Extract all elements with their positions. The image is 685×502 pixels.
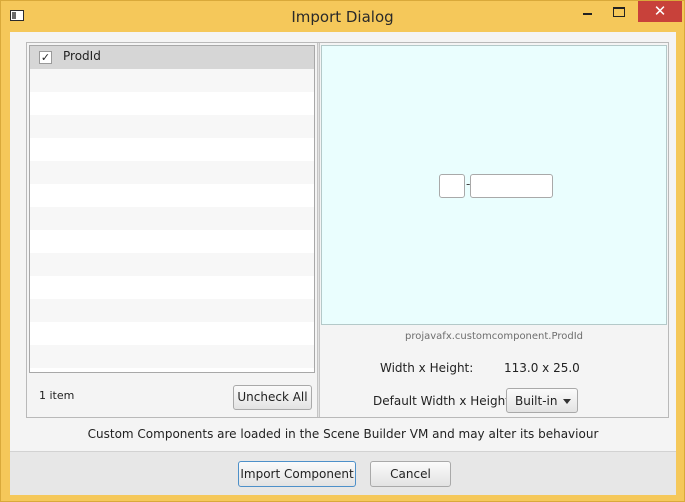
component-preview: - bbox=[321, 45, 667, 325]
component-checkbox[interactable]: ✓ bbox=[39, 51, 52, 64]
chevron-down-icon bbox=[563, 399, 571, 404]
list-item bbox=[30, 115, 314, 138]
dropdown-selected-value: Built-in bbox=[515, 394, 558, 408]
list-item-prodid[interactable]: ✓ ProdId bbox=[30, 46, 314, 69]
minimize-icon[interactable] bbox=[574, 1, 601, 22]
uncheck-all-button[interactable]: Uncheck All bbox=[233, 385, 312, 410]
list-item bbox=[30, 230, 314, 253]
list-item bbox=[30, 92, 314, 115]
list-item bbox=[30, 276, 314, 299]
item-count: 1 item bbox=[39, 389, 75, 402]
default-size-dropdown[interactable]: Built-in bbox=[506, 388, 578, 413]
import-component-button[interactable]: Import Component bbox=[238, 461, 356, 487]
default-width-height-label: Default Width x Height: bbox=[373, 394, 514, 408]
vm-warning-notice: Custom Components are loaded in the Scen… bbox=[87, 427, 599, 441]
component-label: ProdId bbox=[63, 49, 101, 63]
list-item bbox=[30, 138, 314, 161]
list-item bbox=[30, 299, 314, 322]
split-pane: ✓ ProdId 1 item Uncheck All - projavafx.… bbox=[26, 42, 669, 418]
list-item bbox=[30, 253, 314, 276]
cancel-button[interactable]: Cancel bbox=[370, 461, 451, 487]
title-bar[interactable]: Import Dialog ✕ bbox=[1, 1, 684, 32]
component-class-name: projavafx.customcomponent.ProdId bbox=[404, 331, 583, 342]
list-footer: 1 item Uncheck All bbox=[29, 377, 315, 415]
list-item bbox=[30, 184, 314, 207]
list-item bbox=[30, 322, 314, 345]
list-item bbox=[30, 368, 314, 372]
dialog-client-area: ✓ ProdId 1 item Uncheck All - projavafx.… bbox=[10, 32, 676, 495]
close-icon[interactable]: ✕ bbox=[638, 1, 682, 22]
dialog-content: ✓ ProdId 1 item Uncheck All - projavafx.… bbox=[10, 32, 676, 451]
list-item bbox=[30, 207, 314, 230]
preview-prefix-field bbox=[439, 174, 465, 198]
preview-number-field bbox=[470, 174, 553, 198]
split-divider[interactable] bbox=[317, 43, 320, 417]
button-bar: Import Component Cancel bbox=[10, 451, 676, 495]
import-dialog-window: Import Dialog ✕ ✓ ProdId 1 item Uncheck … bbox=[0, 0, 685, 502]
list-item bbox=[30, 345, 314, 368]
width-height-label: Width x Height: bbox=[380, 361, 474, 375]
component-list[interactable]: ✓ ProdId bbox=[29, 45, 315, 373]
maximize-icon[interactable] bbox=[605, 1, 632, 22]
width-height-value: 113.0 x 25.0 bbox=[504, 361, 580, 375]
list-item bbox=[30, 161, 314, 184]
list-item bbox=[30, 69, 314, 92]
